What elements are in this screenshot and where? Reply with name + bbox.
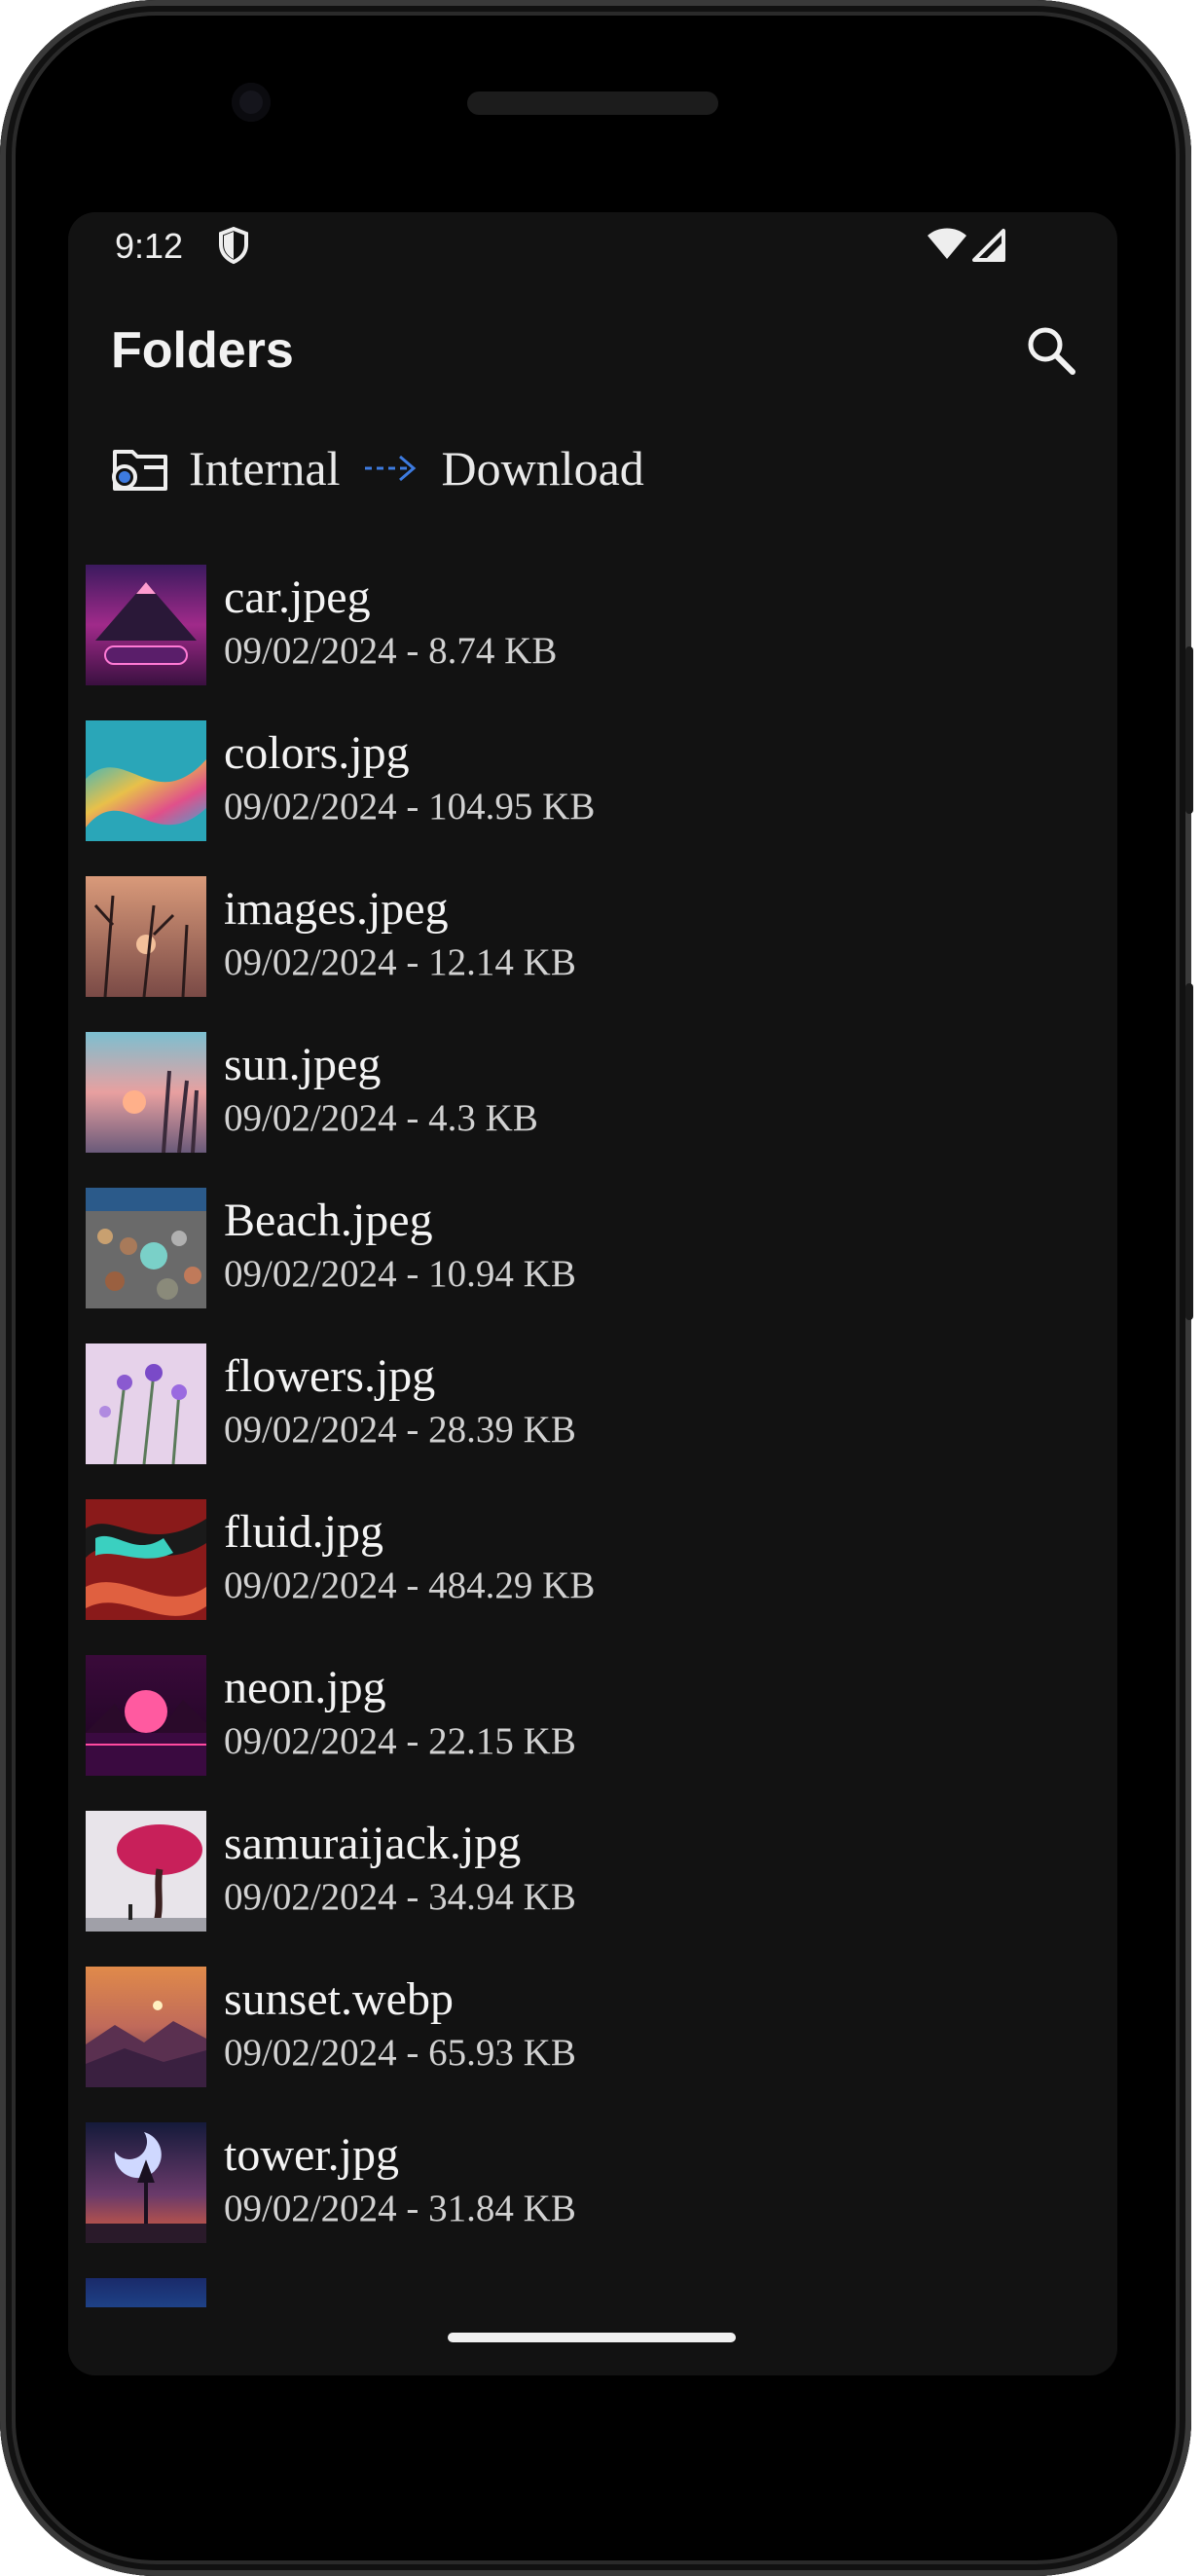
- file-name: car.jpeg: [224, 571, 371, 623]
- earpiece-speaker: [467, 92, 718, 115]
- thumbnail-image: [86, 1343, 206, 1464]
- file-meta: 09/02/2024 - 34.94 KB: [224, 1876, 576, 1918]
- list-item[interactable]: sunset.webp 09/02/2024 - 65.93 KB: [68, 1957, 1117, 2113]
- page-title: Folders: [111, 322, 294, 379]
- search-icon[interactable]: [1022, 321, 1080, 380]
- list-item[interactable]: samuraijack.jpg 09/02/2024 - 34.94 KB: [68, 1801, 1117, 1957]
- file-name: sunset.webp: [224, 1973, 454, 2025]
- file-name: flowers.jpg: [224, 1350, 436, 1402]
- thumbnail-image: [86, 1655, 206, 1776]
- breadcrumb-root[interactable]: Internal: [189, 440, 340, 497]
- thumbnail-image: [86, 720, 206, 841]
- list-item[interactable]: images.jpeg 09/02/2024 - 12.14 KB: [68, 866, 1117, 1022]
- file-meta: 09/02/2024 - 8.74 KB: [224, 630, 558, 672]
- shield-icon: [219, 226, 248, 265]
- thumbnail-image: [86, 1967, 206, 2087]
- home-indicator[interactable]: [448, 2333, 736, 2342]
- file-meta: 09/02/2024 - 12.14 KB: [224, 941, 576, 983]
- list-item[interactable]: sun.jpeg 09/02/2024 - 4.3 KB: [68, 1022, 1117, 1178]
- list-item[interactable]: colors.jpg 09/02/2024 - 104.95 KB: [68, 711, 1117, 866]
- file-name: neon.jpg: [224, 1662, 386, 1713]
- file-meta: 09/02/2024 - 4.3 KB: [224, 1097, 538, 1139]
- file-name: tower.jpg: [224, 2129, 399, 2181]
- file-name: fluid.jpg: [224, 1506, 383, 1558]
- file-list: car.jpeg 09/02/2024 - 8.74 KB colors.jpg…: [68, 555, 1117, 2307]
- list-item[interactable]: Beach.jpeg 09/02/2024 - 10.94 KB: [68, 1178, 1117, 1334]
- thumbnail-image: [86, 2122, 206, 2243]
- screen: 9:12 Folders Internal Download car.jpeg …: [68, 212, 1117, 2375]
- thumbnail-image: [86, 876, 206, 997]
- file-name: samuraijack.jpg: [224, 1818, 522, 1869]
- thumbnail-image: [86, 1811, 206, 1932]
- file-name: colors.jpg: [224, 727, 410, 779]
- thumbnail-image: [86, 1188, 206, 1308]
- status-bar: 9:12: [68, 212, 1117, 280]
- file-meta: 09/02/2024 - 104.95 KB: [224, 786, 596, 828]
- arrow-right-icon: [365, 455, 417, 482]
- signal-icon: [972, 229, 1005, 262]
- file-meta: 09/02/2024 - 65.93 KB: [224, 2032, 576, 2074]
- list-item[interactable]: car.jpeg 09/02/2024 - 8.74 KB: [68, 555, 1117, 711]
- file-name: Beach.jpeg: [224, 1195, 433, 1246]
- front-camera: [232, 83, 271, 122]
- volume-button: [1185, 983, 1193, 1320]
- thumbnail-image: [86, 2278, 206, 2307]
- wifi-icon: [928, 228, 966, 259]
- breadcrumb: Internal Download: [111, 434, 644, 502]
- file-meta: 09/02/2024 - 28.39 KB: [224, 1409, 576, 1451]
- file-meta: 09/02/2024 - 10.94 KB: [224, 1253, 576, 1295]
- list-item[interactable]: flowers.jpg 09/02/2024 - 28.39 KB: [68, 1334, 1117, 1490]
- list-item[interactable]: neon.jpg 09/02/2024 - 22.15 KB: [68, 1645, 1117, 1801]
- list-item[interactable]: [68, 2268, 1117, 2307]
- breadcrumb-current[interactable]: Download: [441, 440, 643, 497]
- list-item[interactable]: fluid.jpg 09/02/2024 - 484.29 KB: [68, 1490, 1117, 1645]
- status-time: 9:12: [115, 226, 184, 266]
- file-name: images.jpeg: [224, 883, 449, 935]
- thumbnail-image: [86, 1499, 206, 1620]
- folder-storage-icon[interactable]: [111, 442, 171, 495]
- thumbnail-image: [86, 1032, 206, 1153]
- list-item[interactable]: tower.jpg 09/02/2024 - 31.84 KB: [68, 2113, 1117, 2268]
- file-name: sun.jpeg: [224, 1039, 382, 1090]
- file-meta: 09/02/2024 - 31.84 KB: [224, 2188, 576, 2229]
- file-meta: 09/02/2024 - 484.29 KB: [224, 1564, 596, 1606]
- power-button: [1185, 646, 1193, 814]
- phone-frame: 9:12 Folders Internal Download car.jpeg …: [0, 0, 1193, 2576]
- file-meta: 09/02/2024 - 22.15 KB: [224, 1720, 576, 1762]
- thumbnail-image: [86, 565, 206, 685]
